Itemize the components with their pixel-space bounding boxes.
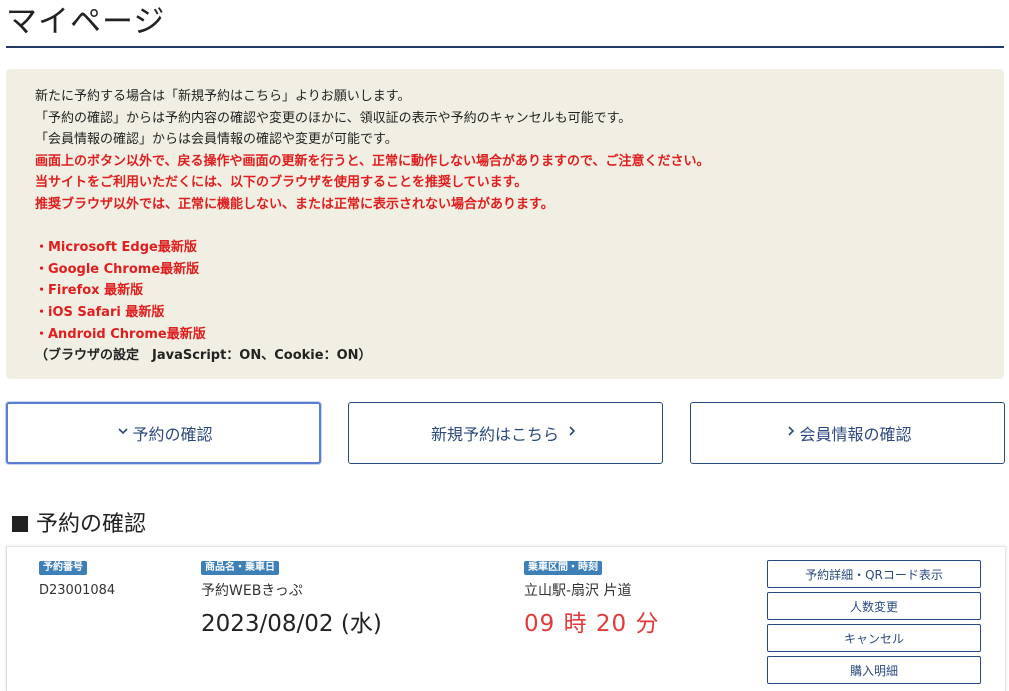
- member-info-label: 会員情報の確認: [799, 425, 912, 444]
- change-passengers-button[interactable]: 人数変更: [767, 592, 981, 620]
- chevron-right-icon: [567, 425, 577, 441]
- browser-item: ・Firefox 最新版: [35, 283, 144, 299]
- reservation-confirm-button[interactable]: 予約の確認: [6, 402, 321, 464]
- notice-warning: 画面上のボタン以外で、戻る操作や画面の更新を行うと、正常に動作しない場合がありま…: [35, 153, 710, 169]
- browser-item: ・iOS Safari 最新版: [35, 304, 165, 320]
- product-badge: 商品名・乗車日: [201, 561, 279, 575]
- reservation-number-badge: 予約番号: [39, 561, 87, 575]
- purchase-details-button[interactable]: 購入明細: [767, 656, 981, 684]
- section-title-text: 予約の確認: [36, 512, 147, 537]
- chevron-down-icon: [117, 425, 129, 441]
- browser-item: ・Google Chrome最新版: [35, 261, 200, 277]
- browser-item: ・Android Chrome最新版: [35, 326, 206, 342]
- chevron-right-icon: [786, 425, 796, 441]
- new-reservation-button[interactable]: 新規予約はこちら: [348, 402, 663, 464]
- notice-line: 「予約の確認」からは予約内容の確認や変更のほかに、領収証の表示や予約のキャンセル…: [35, 110, 632, 126]
- square-bullet-icon: [12, 516, 28, 532]
- reservation-number: D23001084: [39, 583, 116, 598]
- cancel-button[interactable]: キャンセル: [767, 624, 981, 652]
- departure-time: 09 時 20 分: [524, 611, 660, 637]
- detail-qr-button[interactable]: 予約詳細・QRコード表示: [767, 560, 981, 588]
- notice-warning: 推奨ブラウザ以外では、正常に機能しない、または正常に表示されない場合があります。: [35, 196, 554, 212]
- new-reservation-label: 新規予約はこちら: [430, 425, 559, 444]
- notice-box: 新たに予約する場合は「新規予約はこちら」よりお願いします。 「予約の確認」からは…: [6, 69, 1004, 379]
- browser-settings: （ブラウザの設定 JavaScript：ON、Cookie：ON）: [35, 348, 372, 364]
- section-title: 予約の確認: [12, 510, 146, 540]
- page-title: マイページ: [6, 0, 1004, 48]
- route: 立山駅-扇沢 片道: [524, 583, 632, 599]
- member-info-button[interactable]: 会員情報の確認: [690, 402, 1005, 464]
- notice-line: 「会員情報の確認」からは会員情報の確認や変更が可能です。: [35, 132, 398, 148]
- ride-date: 2023/08/02 (水): [201, 611, 382, 637]
- notice-warning: 当サイトをご利用いただくには、以下のブラウザを使用することを推奨しています。: [35, 175, 528, 191]
- route-badge: 乗車区間・時刻: [524, 561, 602, 575]
- reservation-confirm-label: 予約の確認: [132, 425, 213, 444]
- product-name: 予約WEBきっぷ: [201, 583, 303, 599]
- browser-item: ・Microsoft Edge最新版: [35, 240, 197, 256]
- notice-line: 新たに予約する場合は「新規予約はこちら」よりお願いします。: [35, 89, 411, 104]
